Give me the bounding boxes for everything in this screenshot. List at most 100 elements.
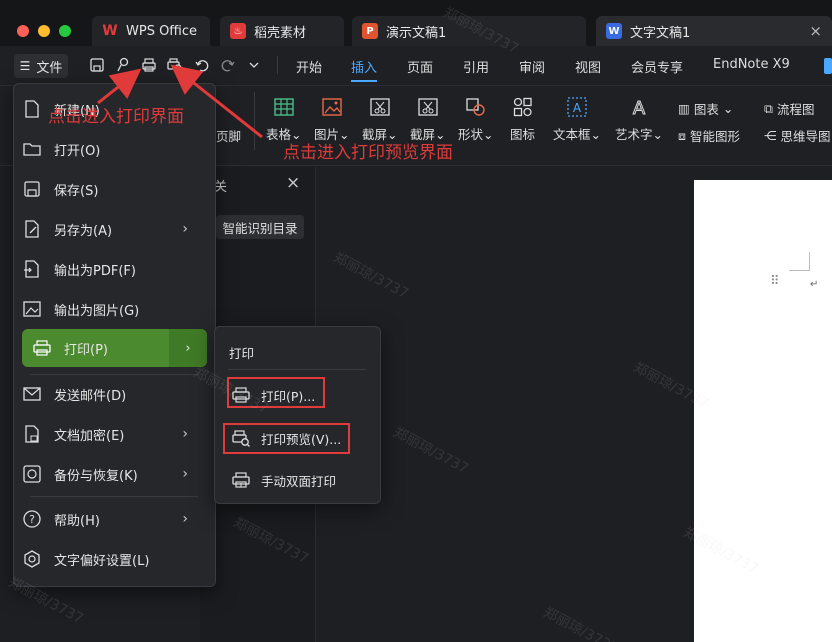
- file-menu-label: 文件: [36, 60, 63, 76]
- menu-item-label: 输出为图片(G): [54, 303, 140, 319]
- mindmap-icon: ⋲: [764, 128, 777, 143]
- textbox-icon: A: [567, 97, 587, 117]
- insert-flowchart-button[interactable]: ⧉ 流程图: [764, 99, 814, 118]
- chevron-right-icon: ›: [182, 221, 188, 237]
- zoom-window-button[interactable]: [59, 25, 71, 37]
- export-icon[interactable]: [114, 56, 132, 74]
- open-folder-icon: [23, 143, 41, 156]
- tab-docer[interactable]: ♨ 稻壳素材: [220, 16, 344, 46]
- minimize-window-button[interactable]: [38, 25, 50, 37]
- watermark-text: 郑丽琼/3737: [330, 249, 411, 303]
- save-icon[interactable]: [88, 56, 106, 74]
- duplex-print-icon: [232, 472, 250, 488]
- mindmap-button[interactable]: ⋲ 思维导图: [764, 126, 831, 145]
- shape-icon: [466, 98, 485, 116]
- chevron-right-icon: ›: [182, 466, 188, 482]
- scroll-tab-indicator: [824, 58, 832, 74]
- menu-item-save[interactable]: 保存(S): [20, 171, 206, 207]
- chart-label: 图表: [693, 102, 719, 117]
- tab-references[interactable]: 引用: [463, 57, 489, 76]
- paragraph-mark-icon: ↵: [810, 279, 819, 290]
- smart-toc-button[interactable]: 智能识别目录: [216, 215, 304, 239]
- screenshot-icon: [370, 98, 390, 116]
- tab-wps-office[interactable]: W WPS Office: [92, 16, 210, 46]
- word-doc-icon: W: [606, 23, 622, 39]
- docer-logo-icon: ♨: [230, 23, 246, 39]
- menu-item-label: 发送邮件(D): [54, 388, 127, 404]
- duplex-print-button[interactable]: 手动双面打印: [231, 465, 336, 495]
- svg-text:?: ?: [29, 513, 35, 526]
- close-tab-icon[interactable]: ×: [809, 22, 822, 40]
- table-icon: [274, 98, 294, 116]
- insert-picture-button[interactable]: 图片⌄: [314, 96, 350, 143]
- chevron-right-icon: ›: [169, 329, 207, 367]
- tab-home[interactable]: 开始: [296, 57, 322, 76]
- menu-item-label: 文档加密(E): [54, 428, 125, 444]
- tab-endnote[interactable]: EndNote X9: [713, 57, 790, 72]
- menu-item-help[interactable]: ? 帮助(H) ›: [20, 501, 206, 537]
- menu-item-label: 帮助(H): [54, 513, 100, 529]
- insert-textbox-button[interactable]: A 文本框⌄: [553, 96, 601, 143]
- tab-word-document[interactable]: W 文字文稿1 ×: [596, 16, 832, 46]
- menu-item-open[interactable]: 打开(O): [20, 131, 206, 167]
- flowchart-icon: ⧉: [764, 100, 773, 116]
- tab-member[interactable]: 会员专享: [631, 57, 683, 76]
- footer-label[interactable]: 页脚: [216, 126, 241, 145]
- file-menu-button[interactable]: ☰ 文件: [14, 54, 68, 78]
- tab-view[interactable]: 视图: [575, 57, 601, 76]
- insert-icon-button[interactable]: 图标: [510, 96, 535, 143]
- tab-insert[interactable]: 插入: [351, 57, 377, 76]
- drag-handle-icon[interactable]: ⠿: [770, 274, 779, 289]
- document-page[interactable]: [694, 180, 832, 642]
- chevron-right-icon: ›: [182, 426, 188, 442]
- chevron-down-icon[interactable]: [245, 56, 263, 74]
- menu-item-encrypt[interactable]: 文档加密(E) ›: [20, 416, 206, 452]
- menu-separator: [228, 369, 366, 370]
- insert-table-button[interactable]: 表格⌄: [266, 96, 302, 143]
- print-preview-icon[interactable]: [166, 56, 184, 74]
- menu-item-preferences[interactable]: 文字偏好设置(L): [20, 541, 206, 577]
- annotation-print-note: 点击进入打印界面: [48, 107, 184, 127]
- menu-item-label: 文字偏好设置(L): [54, 553, 150, 569]
- undo-icon[interactable]: [193, 56, 211, 74]
- page-margin-corner: [789, 252, 810, 271]
- screenshot-button-2[interactable]: 截屏⌄: [410, 96, 446, 143]
- tab-label: 演示文稿1: [386, 25, 447, 41]
- wordart-icon: A: [632, 98, 646, 119]
- mail-icon: [23, 387, 41, 401]
- insert-shape-button[interactable]: 形状⌄: [458, 96, 494, 143]
- menu-item-send-mail[interactable]: 发送邮件(D): [20, 376, 206, 412]
- tab-page[interactable]: 页面: [407, 57, 433, 76]
- smart-graphic-icon: ⧈: [678, 127, 686, 143]
- menu-item-backup[interactable]: 备份与恢复(K) ›: [20, 456, 206, 492]
- menu-item-export-image[interactable]: 输出为图片(G): [20, 291, 206, 327]
- insert-chart-button[interactable]: ▥ 图表 ⌄: [678, 99, 733, 118]
- presentation-icon: P: [362, 23, 378, 39]
- menu-item-print[interactable]: 打印(P) ›: [22, 329, 207, 367]
- picture-icon: [322, 98, 342, 116]
- export-image-icon: [23, 301, 41, 317]
- close-window-button[interactable]: [17, 25, 29, 37]
- svg-text:A: A: [573, 101, 582, 115]
- menu-item-save-as[interactable]: 另存为(A) ›: [20, 211, 206, 247]
- print-icon[interactable]: [140, 56, 158, 74]
- submenu-title: 打印: [229, 346, 255, 361]
- menu-divider: [277, 56, 278, 74]
- menu-item-label: 输出为PDF(F): [54, 263, 136, 279]
- close-panel-icon[interactable]: ×: [286, 173, 300, 193]
- menu-item-export-pdf[interactable]: 输出为PDF(F): [20, 251, 206, 287]
- menu-item-label: 另存为(A): [54, 223, 113, 239]
- backup-icon: [23, 465, 41, 483]
- smart-graphic-button[interactable]: ⧈ 智能图形: [678, 126, 740, 145]
- annotation-preview-note: 点击进入打印预览界面: [283, 143, 453, 163]
- svg-text:A: A: [633, 98, 646, 118]
- submenu-item-label: 手动双面打印: [261, 473, 337, 489]
- insert-wordart-button[interactable]: A 艺术字⌄: [615, 96, 663, 143]
- redo-icon[interactable]: [219, 56, 237, 74]
- tab-review[interactable]: 审阅: [519, 57, 545, 76]
- screenshot-button[interactable]: 截屏⌄: [362, 96, 398, 143]
- tool-label: 图标: [510, 127, 536, 142]
- tab-label: 稻壳素材: [254, 25, 307, 41]
- mindmap-label: 思维导图: [780, 129, 831, 144]
- smart-graphic-label: 智能图形: [689, 129, 740, 144]
